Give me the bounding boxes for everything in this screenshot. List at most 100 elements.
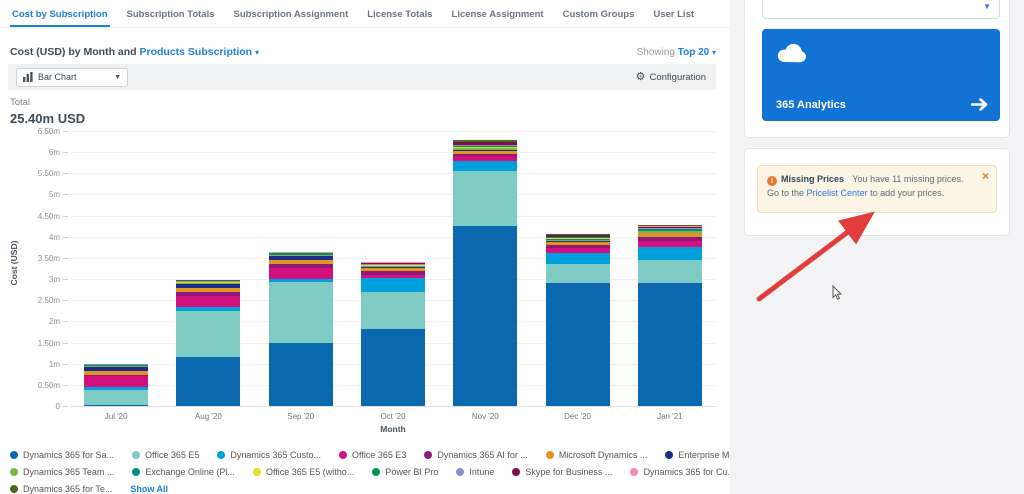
top-20-dropdown[interactable]: Top 20 ▾ bbox=[678, 47, 716, 58]
tab-cost-by-subscription[interactable]: Cost by Subscription bbox=[10, 3, 110, 27]
configuration-button[interactable]: ⚙ Configuration bbox=[636, 72, 706, 83]
chart-type-select[interactable]: Bar Chart ▼ bbox=[16, 68, 128, 87]
legend-color-dot bbox=[253, 468, 261, 476]
stacked-bar[interactable] bbox=[84, 364, 148, 406]
bar-segment[interactable] bbox=[546, 283, 610, 406]
bar-chart-icon bbox=[23, 72, 33, 82]
legend-item[interactable]: Dynamics 365 AI for ... bbox=[424, 450, 528, 460]
bar-segment[interactable] bbox=[269, 282, 333, 343]
tab-custom-groups[interactable]: Custom Groups bbox=[561, 3, 637, 27]
y-tick-label: 5m bbox=[10, 190, 60, 199]
bar-segment[interactable] bbox=[361, 329, 425, 406]
legend-item[interactable]: Dynamics 365 Custo... bbox=[217, 450, 321, 460]
bar-segment[interactable] bbox=[269, 268, 333, 279]
stacked-bar[interactable] bbox=[638, 225, 702, 406]
chart-title-text: Cost (USD) by Month and bbox=[10, 46, 137, 58]
365-analytics-tile[interactable]: 365 Analytics bbox=[762, 29, 1000, 121]
close-icon[interactable]: × bbox=[982, 170, 989, 182]
legend-label: Microsoft Dynamics ... bbox=[559, 450, 648, 460]
bar-segment[interactable] bbox=[361, 292, 425, 329]
legend-row: Dynamics 365 for Te... Show All bbox=[10, 480, 700, 494]
tab-bar: Cost by Subscription Subscription Totals S… bbox=[0, 0, 730, 28]
x-tick-label: Sep '20 bbox=[255, 412, 347, 421]
y-tick-mark bbox=[63, 131, 68, 132]
y-tick-label: 4m bbox=[10, 233, 60, 242]
alert-text-after: to add your prices. bbox=[870, 188, 944, 198]
x-tick-label: Oct '20 bbox=[347, 412, 439, 421]
legend-label: Intune bbox=[469, 467, 494, 477]
legend-item[interactable]: Power BI Pro bbox=[372, 467, 438, 477]
legend-item[interactable]: Dynamics 365 for Te... bbox=[10, 484, 112, 494]
y-tick-label: 0 bbox=[10, 402, 60, 411]
legend-item[interactable]: Office 365 E5 (witho... bbox=[253, 467, 354, 477]
bar-segment[interactable] bbox=[453, 161, 517, 172]
legend-label: Dynamics 365 for Sa... bbox=[23, 450, 114, 460]
y-tick-label: 0.50m bbox=[10, 381, 60, 390]
partial-dropdown[interactable]: ▼ bbox=[762, 0, 1000, 19]
bar-segment[interactable] bbox=[546, 253, 610, 264]
bar-slot-jul-20 bbox=[70, 131, 162, 406]
bar-segment[interactable] bbox=[453, 171, 517, 226]
total-label: Total bbox=[10, 97, 30, 108]
legend-color-dot bbox=[456, 468, 464, 476]
legend-item[interactable]: Dynamics 365 for Cu... bbox=[630, 467, 735, 477]
legend-item[interactable]: Office 365 E3 bbox=[339, 450, 406, 460]
bar-segment[interactable] bbox=[269, 343, 333, 406]
bar-slot-aug-20 bbox=[162, 131, 254, 406]
tab-license-assignment[interactable]: License Assignment bbox=[450, 3, 546, 27]
bar-segment[interactable] bbox=[84, 405, 148, 406]
products-subscription-dropdown[interactable]: Products Subscription ▾ bbox=[140, 46, 260, 58]
pricelist-center-link[interactable]: Pricelist Center bbox=[807, 188, 868, 198]
bar-segment[interactable] bbox=[361, 278, 425, 292]
y-tick-label: 4.50m bbox=[10, 212, 60, 221]
missing-prices-alert: !Missing Prices You have 11 missing pric… bbox=[757, 165, 997, 213]
bar-segment[interactable] bbox=[84, 390, 148, 405]
y-tick-mark bbox=[63, 173, 68, 174]
legend-color-dot bbox=[10, 485, 18, 493]
bar-slot-sep-20 bbox=[255, 131, 347, 406]
legend-color-dot bbox=[217, 451, 225, 459]
showing-label: Showing bbox=[637, 47, 675, 58]
legend-item[interactable]: Microsoft Dynamics ... bbox=[546, 450, 648, 460]
legend-item[interactable]: Dynamics 365 Team ... bbox=[10, 467, 114, 477]
legend-color-dot bbox=[424, 451, 432, 459]
chart-header: Cost (USD) by Month and Products Subscri… bbox=[10, 46, 716, 58]
y-tick-label: 1m bbox=[10, 360, 60, 369]
bar-segment[interactable] bbox=[176, 296, 240, 307]
tab-subscription-assignment[interactable]: Subscription Assignment bbox=[232, 3, 351, 27]
legend-color-dot bbox=[665, 451, 673, 459]
y-tick-label: 3m bbox=[10, 275, 60, 284]
legend-color-dot bbox=[630, 468, 638, 476]
y-tick-label: 2m bbox=[10, 317, 60, 326]
bar-segment[interactable] bbox=[453, 226, 517, 406]
legend-item[interactable]: Exchange Online (Pl... bbox=[132, 467, 235, 477]
legend-item[interactable]: Dynamics 365 for Sa... bbox=[10, 450, 114, 460]
legend-item[interactable]: Intune bbox=[456, 467, 494, 477]
bar-segment[interactable] bbox=[546, 264, 610, 283]
stacked-bar[interactable] bbox=[176, 280, 240, 406]
legend-label: Dynamics 365 AI for ... bbox=[437, 450, 528, 460]
tab-license-totals[interactable]: License Totals bbox=[365, 3, 434, 27]
stacked-bar[interactable] bbox=[269, 252, 333, 406]
tab-user-list[interactable]: User List bbox=[651, 3, 696, 27]
legend-item[interactable]: Skype for Business ... bbox=[512, 467, 612, 477]
stacked-bar[interactable] bbox=[453, 140, 517, 406]
bar-segment[interactable] bbox=[638, 260, 702, 283]
missing-prices-card: !Missing Prices You have 11 missing pric… bbox=[744, 148, 1010, 236]
legend-label: Power BI Pro bbox=[385, 467, 438, 477]
bar-segment[interactable] bbox=[638, 247, 702, 260]
stacked-bar[interactable] bbox=[546, 234, 610, 406]
bar-segment[interactable] bbox=[176, 311, 240, 358]
bar-segment[interactable] bbox=[638, 283, 702, 406]
showing-control: Showing Top 20 ▾ bbox=[637, 47, 716, 58]
bar-segment[interactable] bbox=[84, 376, 148, 387]
tab-subscription-totals[interactable]: Subscription Totals bbox=[125, 3, 217, 27]
stacked-bar[interactable] bbox=[361, 262, 425, 406]
bar-segment[interactable] bbox=[176, 357, 240, 406]
gear-icon: ⚙ bbox=[636, 72, 646, 83]
chart-title: Cost (USD) by Month and Products Subscri… bbox=[10, 46, 259, 58]
legend-item[interactable]: Office 365 E5 bbox=[132, 450, 199, 460]
show-all-link[interactable]: Show All bbox=[130, 484, 168, 494]
x-tick-label: Nov '20 bbox=[439, 412, 531, 421]
legend-color-dot bbox=[512, 468, 520, 476]
